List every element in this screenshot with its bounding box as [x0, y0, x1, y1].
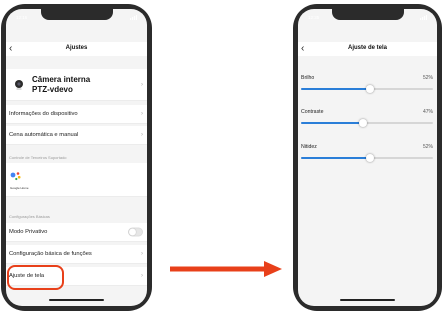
row-label: Cena automática e manual	[9, 132, 79, 138]
left-phone-frame: 12:16 ‹ Ajustes Câmera interna PTZ-vdevo…	[1, 4, 152, 311]
signal-icon	[130, 15, 137, 20]
camera-icon	[15, 80, 23, 90]
chevron-right-icon: ›	[141, 111, 143, 117]
google-home-row[interactable]: Google Home	[6, 163, 147, 197]
slider-value: 47%	[422, 109, 433, 115]
slider-fill	[301, 88, 370, 90]
row-label: Modo Privativo	[9, 229, 48, 235]
home-indicator	[340, 299, 395, 301]
section-header-third-party: Controle de Terceiros Suportado	[9, 155, 67, 160]
signal-icon	[420, 15, 427, 20]
sharpness-slider-row: Nitidez 52%	[298, 142, 437, 166]
toggle-knob	[129, 228, 136, 236]
right-phone-screen: 12:35 ‹ Ajuste de tela Brilho 52% Contra…	[298, 9, 437, 306]
privacy-mode-toggle[interactable]	[128, 227, 143, 237]
arrow-right-icon	[170, 261, 282, 277]
chevron-right-icon: ›	[141, 251, 143, 257]
slider-label: Nitidez	[301, 144, 317, 150]
slider-track[interactable]	[301, 84, 433, 93]
slider-label: Contraste	[301, 109, 324, 115]
slider-fill	[301, 122, 364, 124]
section-header-basic-settings: Configurações Básicas	[9, 214, 50, 219]
left-phone-screen: 12:16 ‹ Ajustes Câmera interna PTZ-vdevo…	[6, 9, 147, 306]
phone-notch	[41, 9, 113, 20]
automatic-scene-row[interactable]: Cena automática e manual ›	[6, 126, 147, 145]
brightness-slider-row: Brilho 52%	[298, 73, 437, 97]
page-title: Ajuste de tela	[347, 45, 387, 51]
slider-value: 52%	[422, 144, 433, 150]
settings-header: ‹ Ajustes	[6, 42, 147, 56]
screen-adjust-header: ‹ Ajuste de tela	[298, 42, 437, 56]
phone-notch	[332, 9, 404, 20]
contrast-slider-row: Contraste 47%	[298, 107, 437, 131]
slider-thumb[interactable]	[365, 84, 374, 93]
device-name-line1: Câmera interna	[32, 75, 91, 84]
slider-thumb[interactable]	[359, 118, 368, 127]
right-phone-frame: 12:35 ‹ Ajuste de tela Brilho 52% Contra…	[293, 4, 442, 311]
chevron-right-icon: ›	[141, 132, 143, 138]
device-info-row[interactable]: Informações do dispositivo ›	[6, 105, 147, 124]
row-label: Configuração básica de funções	[9, 251, 92, 257]
chevron-right-icon: ›	[141, 273, 143, 279]
slider-value: 52%	[422, 75, 433, 81]
page-title: Ajustes	[65, 45, 88, 51]
google-assistant-icon	[10, 172, 21, 181]
home-indicator	[49, 299, 104, 301]
highlight-ring	[7, 265, 64, 290]
slider-label: Brilho	[301, 75, 315, 81]
basic-functions-row[interactable]: Configuração básica de funções ›	[6, 245, 147, 264]
slider-track[interactable]	[301, 118, 433, 127]
chevron-right-icon: ›	[141, 81, 143, 88]
row-label: Informações do dispositivo	[9, 111, 78, 117]
google-home-label: Google Home	[10, 186, 29, 190]
status-time: 12:16	[16, 15, 28, 20]
device-row[interactable]: Câmera interna PTZ-vdevo ›	[6, 69, 147, 101]
status-time: 12:35	[308, 15, 320, 20]
privacy-mode-row: Modo Privativo	[6, 223, 147, 242]
device-name-line2: PTZ-vdevo	[32, 85, 73, 94]
slider-track[interactable]	[301, 153, 433, 162]
slider-fill	[301, 157, 370, 159]
slider-thumb[interactable]	[365, 153, 374, 162]
